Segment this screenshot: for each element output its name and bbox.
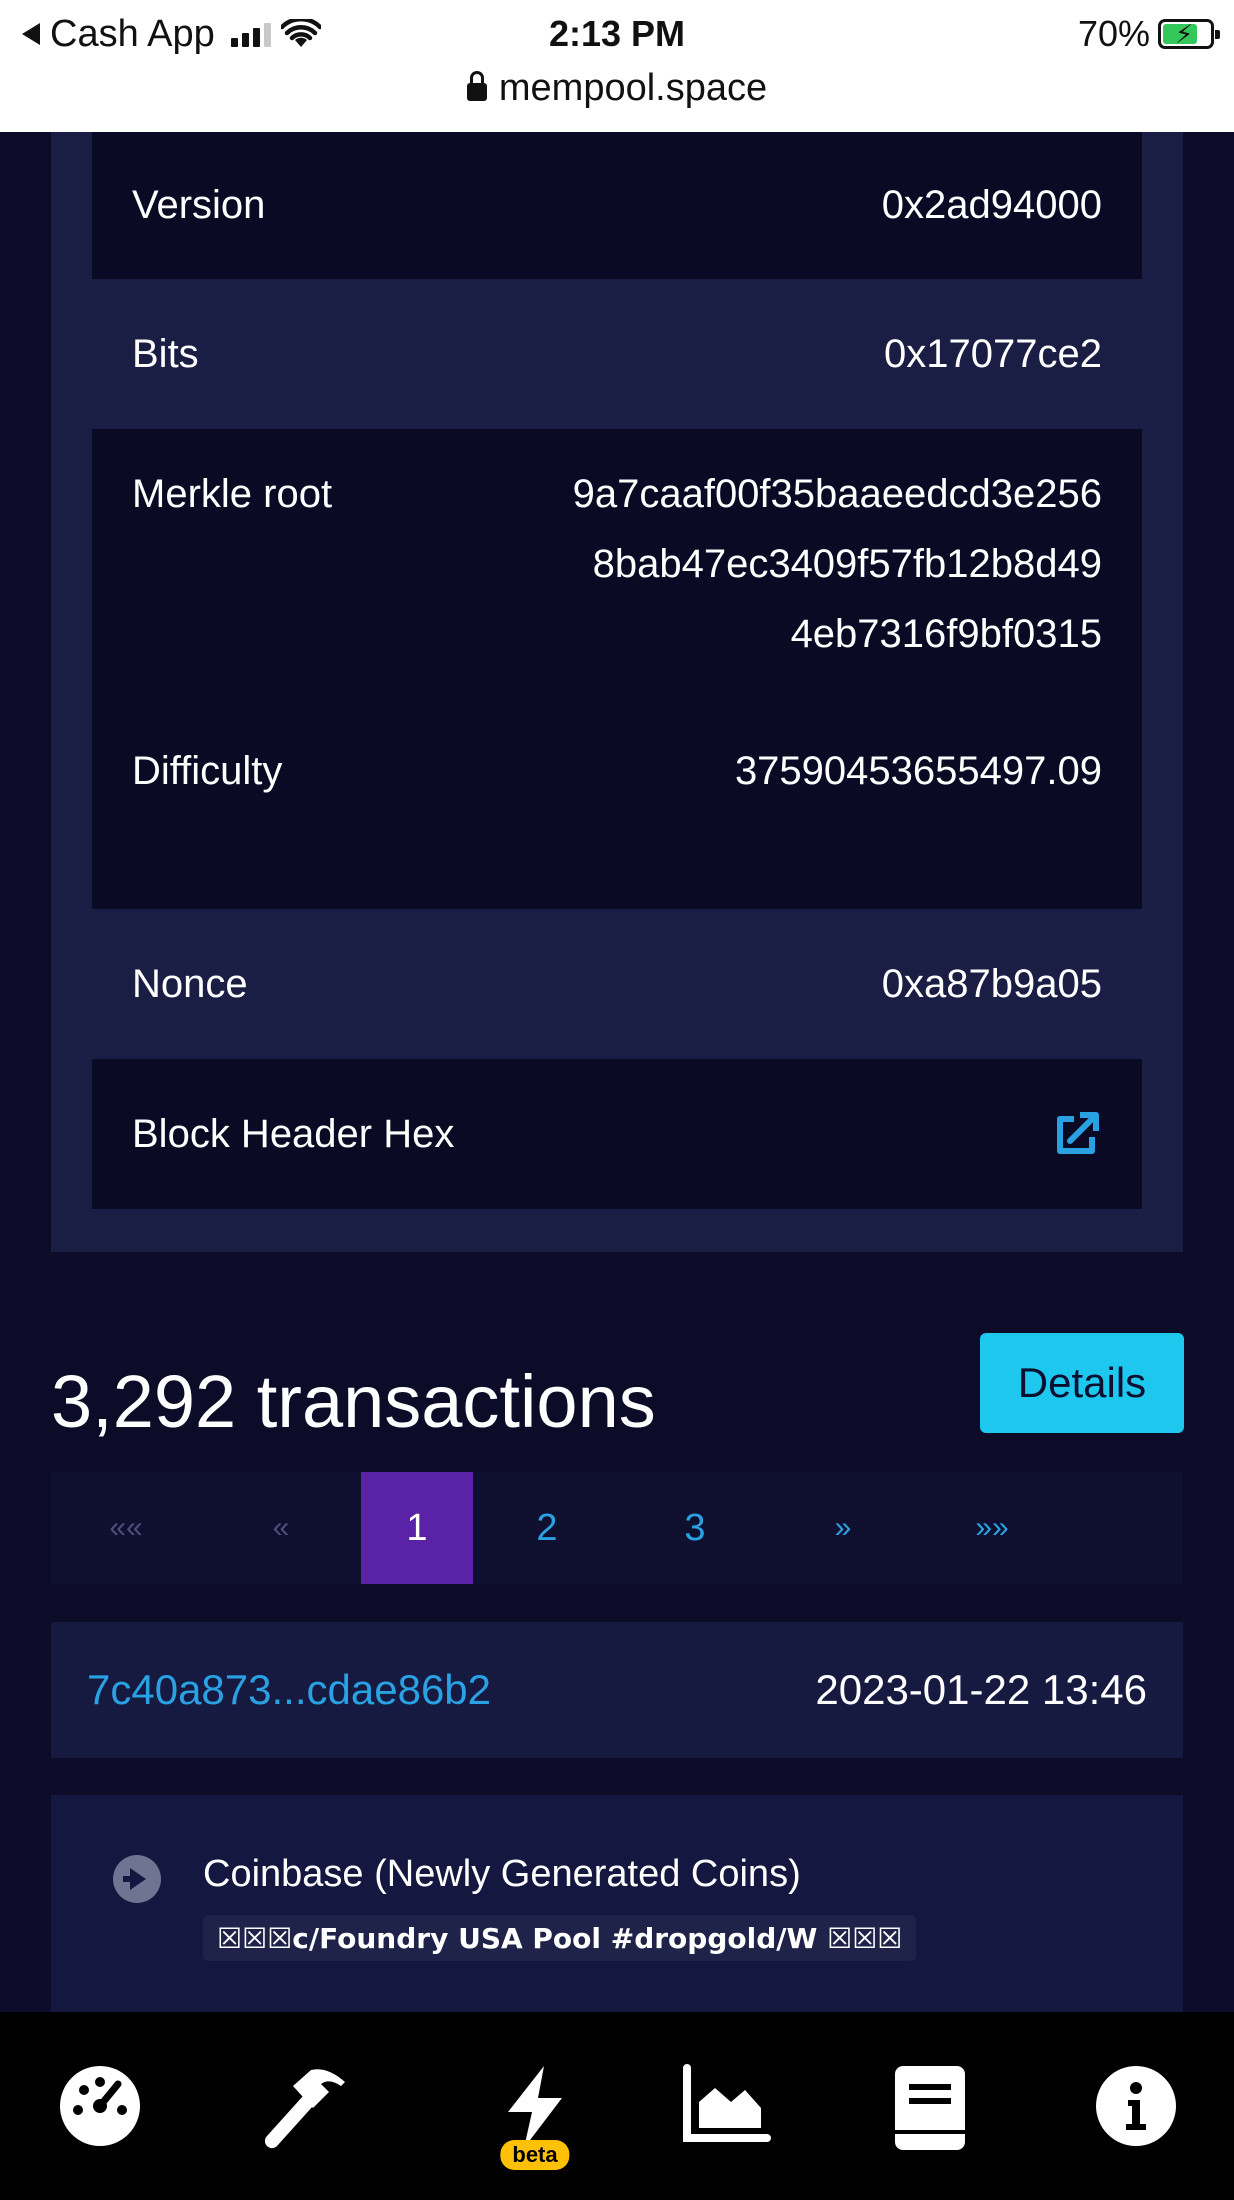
coinbase-script: ☒☒☒c/Foundry USA Pool #dropgold/W ☒☒☒ bbox=[203, 1915, 917, 1961]
browser-top-bar: Cash App 2:13 PM 70% ⚡ mempool.space bbox=[0, 0, 1234, 132]
nonce-row: Nonce 0xa87b9a05 bbox=[92, 909, 1142, 1059]
merkle-root-value: 9a7caaf00f35baaeedcd3e256 8bab47ec3409f5… bbox=[573, 459, 1102, 669]
coinbase-title: Coinbase (Newly Generated Coins) bbox=[203, 1853, 801, 1895]
merkle-root-row: Merkle root 9a7caaf00f35baaeedcd3e256 8b… bbox=[92, 429, 1142, 789]
difficulty-label: Difficulty bbox=[132, 749, 283, 793]
nav-about[interactable] bbox=[1086, 2012, 1186, 2200]
arrow-right-circle-icon[interactable] bbox=[113, 1855, 161, 1903]
info-icon[interactable] bbox=[1094, 2064, 1178, 2148]
dashboard-gauge-icon[interactable] bbox=[58, 2064, 142, 2148]
nav-dashboard[interactable] bbox=[50, 2012, 150, 2200]
book-icon[interactable] bbox=[891, 2064, 969, 2152]
nav-lightning[interactable]: beta bbox=[480, 2012, 590, 2200]
page: Cash App 2:13 PM 70% ⚡ mempool.space Ver… bbox=[0, 0, 1234, 2200]
lightning-bolt-icon[interactable] bbox=[500, 2064, 570, 2150]
difficulty-value: 37590453655497.09 bbox=[734, 749, 1102, 793]
nav-docs[interactable] bbox=[880, 2012, 980, 2200]
page-1-button[interactable]: 1 bbox=[361, 1472, 473, 1584]
bottom-nav: beta bbox=[0, 2012, 1234, 2200]
url-text[interactable]: mempool.space bbox=[499, 64, 767, 112]
battery-icon: ⚡ bbox=[1158, 19, 1220, 49]
bits-value: 0x17077ce2 bbox=[884, 331, 1102, 376]
transaction-timestamp: 2023-01-22 13:46 bbox=[815, 1666, 1147, 1713]
next-page-button[interactable]: » bbox=[769, 1472, 917, 1584]
external-link-icon[interactable] bbox=[1052, 1109, 1102, 1159]
merkle-root-line: 8bab47ec3409f57fb12b8d49 bbox=[592, 542, 1102, 586]
transaction-header-row: 7c40a873...cdae86b2 2023-01-22 13:46 bbox=[51, 1622, 1183, 1758]
difficulty-row: Difficulty 37590453655497.09 bbox=[92, 749, 1142, 909]
previous-page-button[interactable]: « bbox=[201, 1472, 361, 1584]
page-2-button[interactable]: 2 bbox=[473, 1472, 621, 1584]
nav-mining[interactable] bbox=[248, 2012, 358, 2200]
bits-label: Bits bbox=[132, 331, 199, 376]
version-value: 0x2ad94000 bbox=[881, 183, 1102, 227]
transaction-id-link[interactable]: 7c40a873...cdae86b2 bbox=[87, 1666, 491, 1714]
merkle-root-line: 4eb7316f9bf0315 bbox=[790, 612, 1102, 656]
version-label: Version bbox=[132, 183, 266, 227]
beta-badge: beta bbox=[500, 2140, 570, 2170]
page-3-button[interactable]: 3 bbox=[621, 1472, 769, 1584]
version-row: Version 0x2ad94000 bbox=[92, 132, 1142, 279]
nonce-value: 0xa87b9a05 bbox=[881, 961, 1102, 1006]
transactions-count-title: 3,292 transactions bbox=[51, 1360, 656, 1443]
details-button[interactable]: Details bbox=[980, 1333, 1184, 1433]
pagination: «« « 1 2 3 » »» bbox=[51, 1472, 1183, 1584]
status-time: 2:13 PM bbox=[548, 13, 686, 54]
area-chart-icon[interactable] bbox=[681, 2064, 771, 2144]
bits-row: Bits 0x17077ce2 bbox=[92, 279, 1142, 429]
address-bar[interactable]: mempool.space bbox=[0, 64, 1234, 112]
merkle-root-line: 9a7caaf00f35baaeedcd3e256 bbox=[572, 472, 1102, 516]
nav-graphs[interactable] bbox=[676, 2012, 776, 2200]
block-details-card: Version 0x2ad94000 Bits 0x17077ce2 Merkl… bbox=[51, 132, 1183, 1252]
coinbase-input: Coinbase (Newly Generated Coins) ☒☒☒c/Fo… bbox=[51, 1795, 1183, 2015]
first-page-button[interactable]: «« bbox=[51, 1472, 201, 1584]
battery-status: 70% ⚡ bbox=[1077, 10, 1220, 58]
block-header-hex-row[interactable]: Block Header Hex bbox=[92, 1059, 1142, 1209]
lock-icon bbox=[466, 71, 487, 101]
block-header-hex-label: Block Header Hex bbox=[132, 1111, 455, 1156]
merkle-root-label: Merkle root bbox=[132, 472, 333, 516]
hammer-icon[interactable] bbox=[255, 2064, 351, 2150]
last-page-button[interactable]: »» bbox=[917, 1472, 1067, 1584]
nonce-label: Nonce bbox=[132, 961, 248, 1006]
battery-percent: 70% bbox=[1077, 13, 1150, 54]
